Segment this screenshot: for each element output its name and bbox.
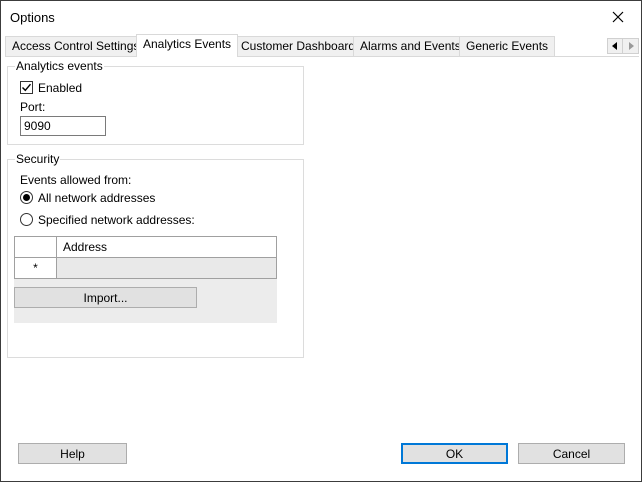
tab-generic-events[interactable]: Generic Events	[459, 36, 556, 56]
address-column-header[interactable]: Address	[56, 236, 277, 258]
new-row-address-cell[interactable]	[56, 257, 277, 279]
tab-scroll-right-button[interactable]	[623, 38, 639, 54]
tab-alarms-and-events[interactable]: Alarms and Events	[353, 36, 468, 56]
title-bar[interactable]: Options	[1, 1, 641, 33]
port-label: Port:	[20, 100, 46, 114]
analytics-events-group: Analytics events Enabled Port:	[7, 59, 304, 145]
new-row-marker: *	[14, 257, 57, 279]
address-grid[interactable]: Address *	[14, 236, 277, 279]
close-button[interactable]	[595, 1, 641, 33]
analytics-events-group-label: Analytics events	[15, 59, 104, 73]
events-allowed-from-label: Events allowed from:	[20, 173, 132, 187]
radio-selected-dot	[23, 194, 30, 201]
specified-network-addresses-label: Specified network addresses:	[38, 213, 195, 227]
tab-scroll-left-button[interactable]	[607, 38, 623, 54]
security-group-label: Security	[15, 152, 61, 166]
tab-strip: Access Control Settings Analytics Events…	[5, 34, 639, 57]
ok-button[interactable]: OK	[401, 443, 508, 464]
tab-access-control-settings[interactable]: Access Control Settings	[5, 36, 147, 56]
grid-header-row: Address	[14, 236, 277, 258]
tab-customer-dashboard[interactable]: Customer Dashboard	[234, 36, 363, 56]
cancel-button[interactable]: Cancel	[518, 443, 625, 464]
grid-new-row[interactable]: *	[14, 257, 277, 279]
grid-corner-header	[14, 236, 57, 258]
chevron-right-icon	[628, 42, 634, 50]
enabled-checkbox[interactable]	[20, 81, 33, 94]
options-dialog: Options Access Control Settings Analytic…	[0, 0, 642, 482]
security-group: Security Events allowed from: All networ…	[7, 152, 304, 358]
import-button[interactable]: Import...	[14, 287, 197, 308]
specified-network-addresses-radio[interactable]	[20, 213, 33, 226]
address-grid-container: Address * Import...	[14, 236, 277, 323]
enabled-label: Enabled	[38, 81, 83, 95]
checkmark-icon	[22, 83, 32, 92]
tab-analytics-events[interactable]: Analytics Events	[136, 34, 239, 57]
all-network-addresses-radio[interactable]	[20, 191, 33, 204]
help-button[interactable]: Help	[18, 443, 127, 464]
port-input[interactable]	[20, 116, 106, 136]
all-network-addresses-label: All network addresses	[38, 191, 156, 205]
chevron-left-icon	[612, 42, 617, 50]
analytics-events-tab-page: Analytics events Enabled Port: Security …	[5, 56, 639, 438]
window-title: Options	[10, 10, 55, 25]
close-icon	[612, 11, 624, 23]
